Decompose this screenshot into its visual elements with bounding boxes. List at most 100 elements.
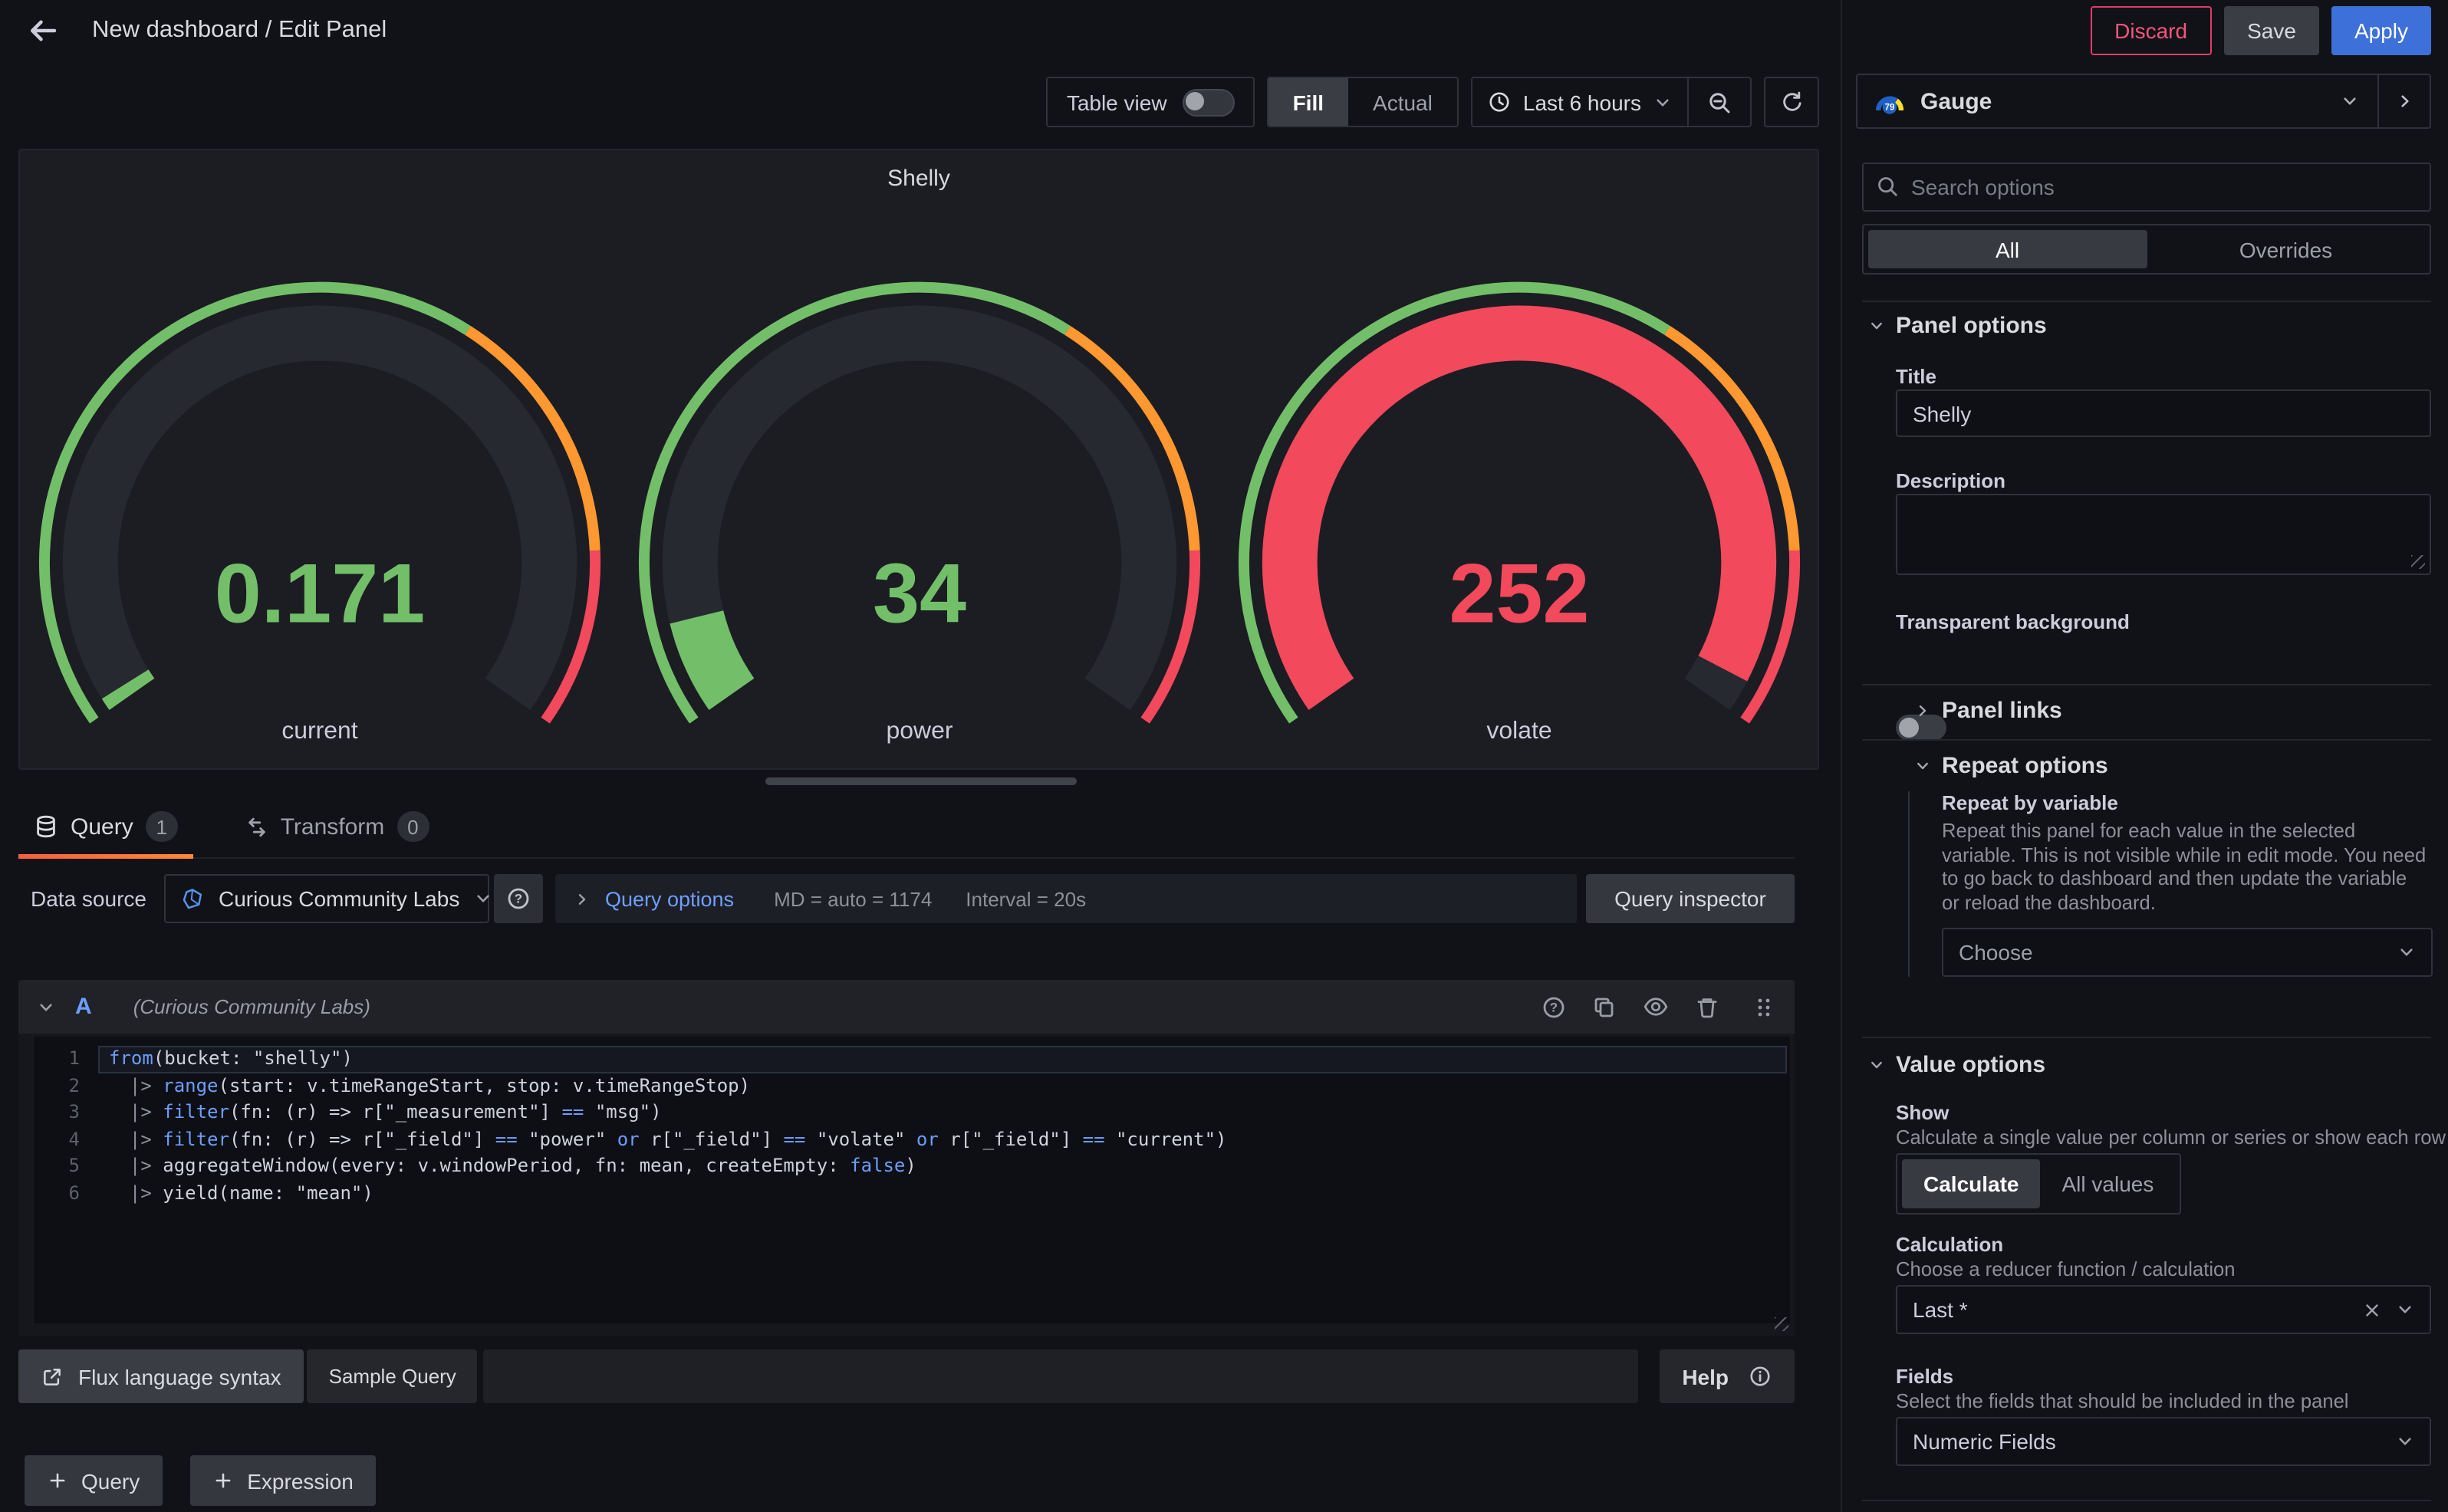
tab-transform-label: Transform <box>280 814 385 840</box>
gauge-label: power <box>887 716 953 744</box>
repeat-options-header[interactable]: Repeat options <box>1914 753 2108 779</box>
back-button[interactable] <box>12 0 74 61</box>
panel-description-textarea[interactable] <box>1896 494 2431 575</box>
code-line[interactable]: 2 |> range(start: v.timeRangeStart, stop… <box>34 1073 1790 1099</box>
max-data-points-value: MD = auto = 1174 <box>774 887 933 910</box>
section-title: Panel links <box>1942 698 2062 724</box>
toggle-query-visibility-button[interactable] <box>1643 994 1669 1020</box>
flux-query-editor[interactable]: 1 from(bucket: "shelly") 2 |> range(start:… <box>18 1034 1795 1336</box>
repeat-by-variable-label: Repeat by variable <box>1942 791 2118 814</box>
influxdb-icon <box>182 887 205 910</box>
code-line[interactable]: 1 from(bucket: "shelly") <box>34 1046 1790 1073</box>
gauge-viz-icon <box>1873 88 1907 114</box>
chevron-down-icon <box>473 889 492 908</box>
filter-tab-all[interactable]: All <box>1868 230 2147 268</box>
footer-spacer-bar <box>483 1349 1638 1403</box>
chevron-down-icon <box>1868 1057 1885 1073</box>
help-button[interactable]: Help <box>1659 1349 1795 1403</box>
query-inspector-button[interactable]: Query inspector <box>1586 874 1795 923</box>
line-content: |> filter(fn: (r) => r["_field"] == "pow… <box>107 1128 1227 1149</box>
section-title: Panel options <box>1896 313 2047 339</box>
refresh-button[interactable] <box>1764 77 1819 127</box>
panel-links-header[interactable]: Panel links <box>1914 698 2062 724</box>
repeat-variable-select[interactable]: Choose <box>1942 928 2433 977</box>
time-range-label: Last 6 hours <box>1522 90 1641 114</box>
calculate-option[interactable]: Calculate <box>1902 1159 2041 1208</box>
visualization-picker[interactable]: Gauge <box>1856 74 2431 129</box>
datasource-label: Data source <box>31 886 146 911</box>
divider <box>1862 1037 2431 1038</box>
line-content: from(bucket: "shelly") <box>98 1046 1787 1073</box>
gauge-volate: 252 volate <box>1219 199 1819 751</box>
info-circle-icon <box>1749 1365 1772 1388</box>
chevron-down-icon <box>2397 943 2416 961</box>
gauge-chart: 0.171 current <box>38 281 601 744</box>
gauge-value: 252 <box>1449 547 1589 641</box>
tab-transform[interactable]: Transform 0 <box>230 796 445 857</box>
tab-query[interactable]: Query 1 <box>18 796 193 859</box>
textarea-resize-handle[interactable] <box>2411 555 2425 569</box>
title-label: Title <box>1896 365 1936 388</box>
filter-tab-overrides[interactable]: Overrides <box>2147 230 2425 268</box>
value-options-header[interactable]: Value options <box>1868 1052 2045 1078</box>
show-label: Show <box>1896 1101 1950 1124</box>
table-view-label: Table view <box>1066 90 1167 114</box>
fields-value: Numeric Fields <box>1913 1429 2056 1454</box>
duplicate-query-button[interactable] <box>1592 994 1617 1019</box>
all-values-option[interactable]: All values <box>2041 1159 2176 1208</box>
calculation-label: Calculation <box>1896 1233 2004 1256</box>
toggle-viz-picker-button[interactable] <box>2379 75 2430 127</box>
horizontal-scrollbar-thumb[interactable] <box>765 777 1077 785</box>
query-a-header[interactable]: A (Curious Community Labs) <box>18 980 1795 1034</box>
search-options-input[interactable] <box>1862 163 2431 212</box>
chevron-down-icon <box>1868 317 1885 334</box>
fill-option[interactable]: Fill <box>1268 78 1349 126</box>
calculation-value: Last * <box>1913 1297 1968 1322</box>
query-ref-id: A <box>75 994 92 1020</box>
delete-query-button[interactable] <box>1695 994 1719 1019</box>
gauge-power: 34 power <box>620 199 1219 751</box>
query-options-toggle[interactable]: Query options <box>605 887 734 910</box>
arrow-left-icon <box>28 15 58 46</box>
zoom-out-button[interactable] <box>1689 78 1750 126</box>
close-icon[interactable] <box>2362 1300 2382 1320</box>
code-line[interactable]: 4 |> filter(fn: (r) => r["_field"] == "p… <box>34 1126 1790 1153</box>
sample-query-button[interactable]: Sample Query <box>307 1349 478 1403</box>
show-description: Calculate a single value per column or s… <box>1896 1126 2446 1149</box>
line-number: 2 <box>68 1074 80 1096</box>
flux-syntax-button[interactable]: Flux language syntax <box>18 1349 304 1403</box>
query-help-button[interactable] <box>1542 994 1566 1019</box>
query-actions <box>1542 994 1776 1020</box>
query-datasource-hint: (Curious Community Labs) <box>133 995 370 1018</box>
fields-select[interactable]: Numeric Fields <box>1896 1417 2431 1466</box>
table-view-toggle[interactable] <box>1182 88 1235 116</box>
line-number: 1 <box>68 1047 80 1069</box>
actual-option[interactable]: Actual <box>1348 78 1457 126</box>
clock-icon <box>1488 90 1511 113</box>
add-query-button[interactable]: Query <box>25 1455 163 1506</box>
code-line[interactable]: 6 |> yield(name: "mean") <box>34 1180 1790 1207</box>
line-number: 6 <box>68 1182 80 1203</box>
drag-query-handle[interactable] <box>1752 994 1776 1019</box>
options-search <box>1862 163 2431 212</box>
code-line[interactable]: 5 |> aggregateWindow(every: v.windowPeri… <box>34 1153 1790 1180</box>
time-range-picker[interactable]: Last 6 hours <box>1472 78 1687 126</box>
panel-options-header[interactable]: Panel options <box>1868 313 2047 339</box>
datasource-help-button[interactable] <box>494 874 544 923</box>
calculation-select[interactable]: Last * <box>1896 1285 2431 1334</box>
show-mode-group: Calculate All values <box>1896 1153 2182 1215</box>
code-area[interactable]: 1 from(bucket: "shelly") 2 |> range(start:… <box>34 1037 1790 1323</box>
query-count-badge: 1 <box>145 811 178 842</box>
transform-icon <box>245 815 268 838</box>
datasource-picker[interactable]: Curious Community Labs <box>164 874 492 923</box>
gauge-label: current <box>281 716 357 744</box>
panel-title-input[interactable] <box>1896 390 2431 437</box>
chevron-down-icon <box>2341 92 2359 110</box>
add-expression-label: Expression <box>247 1468 354 1493</box>
chevron-down-icon <box>1653 93 1672 111</box>
transparent-background-label: Transparent background <box>1896 610 2130 633</box>
gauge-current: 0.171 current <box>20 199 620 751</box>
editor-resize-handle[interactable] <box>1775 1317 1788 1331</box>
add-expression-button[interactable]: Expression <box>190 1455 377 1506</box>
code-line[interactable]: 3 |> filter(fn: (r) => r["_measurement"]… <box>34 1099 1790 1126</box>
